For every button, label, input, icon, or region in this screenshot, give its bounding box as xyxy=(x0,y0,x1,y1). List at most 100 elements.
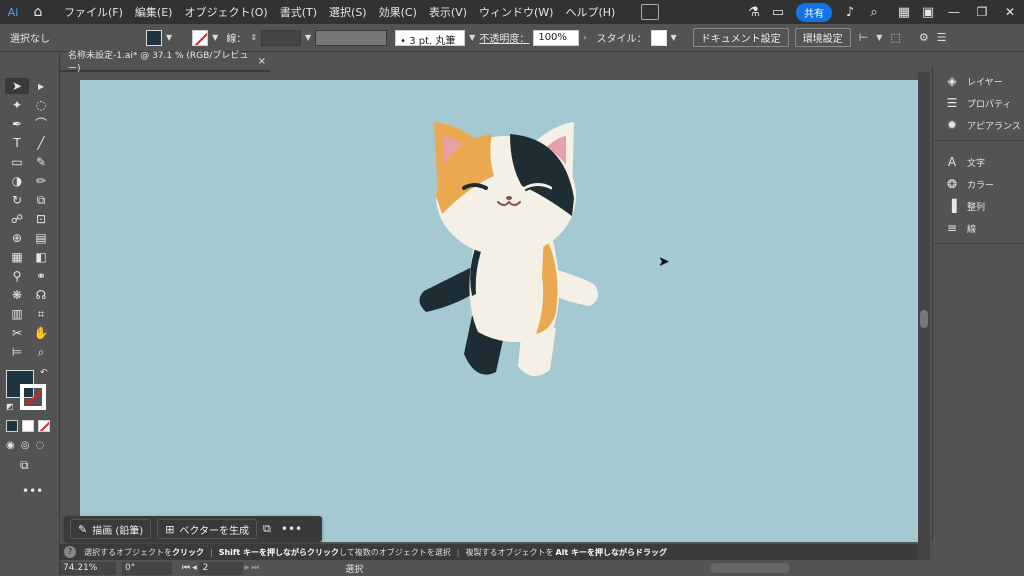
default-colors-icon[interactable]: ◩ xyxy=(6,402,14,411)
more-options-icon[interactable]: ••• xyxy=(281,522,302,536)
stroke-box[interactable] xyxy=(20,384,46,410)
align-icon[interactable]: ⊢ xyxy=(859,31,869,44)
paintbrush-tool-icon[interactable]: ✎ xyxy=(29,154,53,170)
menu-effect[interactable]: 効果(C) xyxy=(379,4,417,20)
panel-item-character[interactable]: A 文字 xyxy=(933,151,1024,173)
menu-help[interactable]: ヘルプ(H) xyxy=(565,4,615,20)
transform-icon[interactable]: ⬚ xyxy=(890,31,900,44)
draw-behind-icon[interactable]: ◎ xyxy=(21,440,30,451)
stroke-swatch[interactable] xyxy=(192,29,209,46)
comment-icon[interactable]: ▭ xyxy=(766,5,790,20)
brush-definition-field[interactable]: • 3 pt. 丸筆 xyxy=(395,29,466,47)
draw-inside-icon[interactable]: ◌ xyxy=(35,440,44,451)
next-artboard-icon[interactable]: ▸⏭ xyxy=(245,563,262,573)
chevron-down-icon[interactable]: ▼ xyxy=(671,33,677,42)
symbol-tool-icon[interactable]: ☊ xyxy=(29,287,53,303)
swap-icon[interactable]: ↶ xyxy=(40,368,48,378)
shape-builder-tool-icon[interactable]: ⊕ xyxy=(5,230,29,246)
panel-item-align[interactable]: ▐ 整列 xyxy=(933,195,1024,217)
direct-selection-tool-icon[interactable]: ▸ xyxy=(29,78,53,94)
preferences-button[interactable]: 環境設定 xyxy=(794,28,851,47)
chevron-down-icon[interactable]: ▼ xyxy=(166,33,172,42)
close-icon[interactable]: × xyxy=(258,56,266,67)
recolor-icon[interactable]: ⚙ xyxy=(919,31,929,44)
mesh-tool-icon[interactable]: ▦ xyxy=(5,249,29,265)
curvature-tool-icon[interactable]: ⌒ xyxy=(29,116,53,132)
symbol-sprayer-tool-icon[interactable]: ❋ xyxy=(5,287,29,303)
document-tab[interactable]: 名称未設定-1.ai* @ 37.1 % (RGB/プレビュー) × xyxy=(60,51,270,74)
rectangle-tool-icon[interactable]: ▭ xyxy=(5,154,29,170)
chevron-down-icon[interactable]: ▼ xyxy=(305,33,311,42)
fill-stroke-widget[interactable]: ↶ ◩ xyxy=(6,368,50,414)
calico-cat-illustration[interactable] xyxy=(414,116,614,376)
artboard[interactable] xyxy=(80,80,918,542)
minimize-icon[interactable]: — xyxy=(940,5,968,19)
blend-tool-icon[interactable]: ⚭ xyxy=(29,268,53,284)
restore-icon[interactable]: ❐ xyxy=(968,5,996,19)
scale-tool-icon[interactable]: ⧉ xyxy=(29,192,53,208)
menu-type[interactable]: 書式(T) xyxy=(280,4,317,20)
menu-window[interactable]: ウィンドウ(W) xyxy=(479,4,553,20)
stepper-icon[interactable]: ⇕ xyxy=(250,33,257,42)
screen-mode-icon[interactable]: ⧉ xyxy=(20,458,29,473)
opacity-field[interactable]: 100% xyxy=(533,29,580,46)
graphic-style-swatch[interactable] xyxy=(650,29,667,46)
color-button[interactable] xyxy=(6,420,18,432)
variable-width-field[interactable] xyxy=(315,29,388,46)
rotate-tool-icon[interactable]: ↻ xyxy=(5,192,29,208)
notification-icon[interactable]: ♪ xyxy=(838,5,862,20)
artboard-number-field[interactable]: 2 xyxy=(198,561,243,575)
menu-view[interactable]: 表示(V) xyxy=(429,4,467,20)
edit-toolbar-icon[interactable]: ••• xyxy=(22,484,43,498)
fill-swatch[interactable] xyxy=(146,29,162,46)
selection-tool-icon[interactable]: ➤ xyxy=(5,78,29,94)
menu-select[interactable]: 選択(S) xyxy=(329,4,367,20)
vertical-scrollbar[interactable] xyxy=(918,72,930,562)
pencil-tool-icon[interactable]: ✏ xyxy=(29,173,53,189)
panel-item-layers[interactable]: ◈ レイヤー xyxy=(933,70,1024,92)
panel-item-color[interactable]: ❂ カラー xyxy=(933,173,1024,195)
lasso-tool-icon[interactable]: ◌ xyxy=(29,97,53,113)
home-icon[interactable]: ⌂ xyxy=(26,4,50,20)
panel-toggle-icon[interactable]: ▣ xyxy=(916,5,940,20)
line-tool-icon[interactable]: ╱ xyxy=(29,135,53,151)
share-button[interactable]: 共有 xyxy=(796,2,832,22)
slice-tool-icon[interactable]: ✂ xyxy=(5,325,29,341)
panel-item-appearance[interactable]: ✹ アピアランス xyxy=(933,114,1024,136)
search-icon[interactable]: ⌕ xyxy=(862,5,886,20)
document-settings-button[interactable]: ドキュメント設定 xyxy=(692,28,789,47)
arrange-documents-icon[interactable] xyxy=(641,4,660,20)
menu-edit[interactable]: 編集(E) xyxy=(135,4,173,20)
zoom-tool-icon[interactable]: ⌕ xyxy=(29,344,53,360)
column-graph-tool-icon[interactable]: ▥ xyxy=(5,306,29,322)
menu-file[interactable]: ファイル(F) xyxy=(64,4,123,20)
perspective-grid-tool-icon[interactable]: ▤ xyxy=(29,230,53,246)
chevron-down-icon[interactable]: ▼ xyxy=(876,33,882,42)
shaper-tool-icon[interactable]: ◑ xyxy=(5,173,29,189)
panel-item-stroke[interactable]: ≡ 線 xyxy=(933,217,1024,239)
toolbar-toggle-icon[interactable]: ⊨ xyxy=(5,344,29,360)
rotation-field[interactable]: 0° xyxy=(122,561,172,575)
warp-tool-icon[interactable]: ☍ xyxy=(5,211,29,227)
draw-normal-icon[interactable]: ◉ xyxy=(6,440,15,451)
magic-wand-tool-icon[interactable]: ✦ xyxy=(5,97,29,113)
canvas-area[interactable]: ➤ xyxy=(60,72,930,544)
close-window-icon[interactable]: ✕ xyxy=(996,5,1024,19)
workspace-icon[interactable]: ▦ xyxy=(892,5,916,20)
pen-tool-icon[interactable]: ✒ xyxy=(5,116,29,132)
menu-object[interactable]: オブジェクト(O) xyxy=(184,4,267,20)
flask-icon[interactable]: ⚗ xyxy=(742,5,766,20)
scroll-thumb[interactable] xyxy=(920,310,928,328)
generate-vector-button[interactable]: ⊞ ベクターを生成 xyxy=(157,519,258,539)
panel-item-properties[interactable]: ☰ プロパティ xyxy=(933,92,1024,114)
type-tool-icon[interactable]: T xyxy=(5,135,29,151)
horizontal-scroll-thumb[interactable] xyxy=(710,563,790,573)
draw-pencil-button[interactable]: ✎ 描画 (鉛筆) xyxy=(70,519,152,539)
opacity-label[interactable]: 不透明度： xyxy=(479,30,529,45)
zoom-field[interactable]: 74.21% xyxy=(60,561,116,575)
chevron-down-icon[interactable]: ▼ xyxy=(469,33,475,42)
free-transform-tool-icon[interactable]: ⊡ xyxy=(29,211,53,227)
first-artboard-icon[interactable]: ⏮◂ xyxy=(182,563,199,573)
help-icon[interactable]: ? xyxy=(64,546,76,558)
gradient-tool-icon[interactable]: ◧ xyxy=(29,249,53,265)
